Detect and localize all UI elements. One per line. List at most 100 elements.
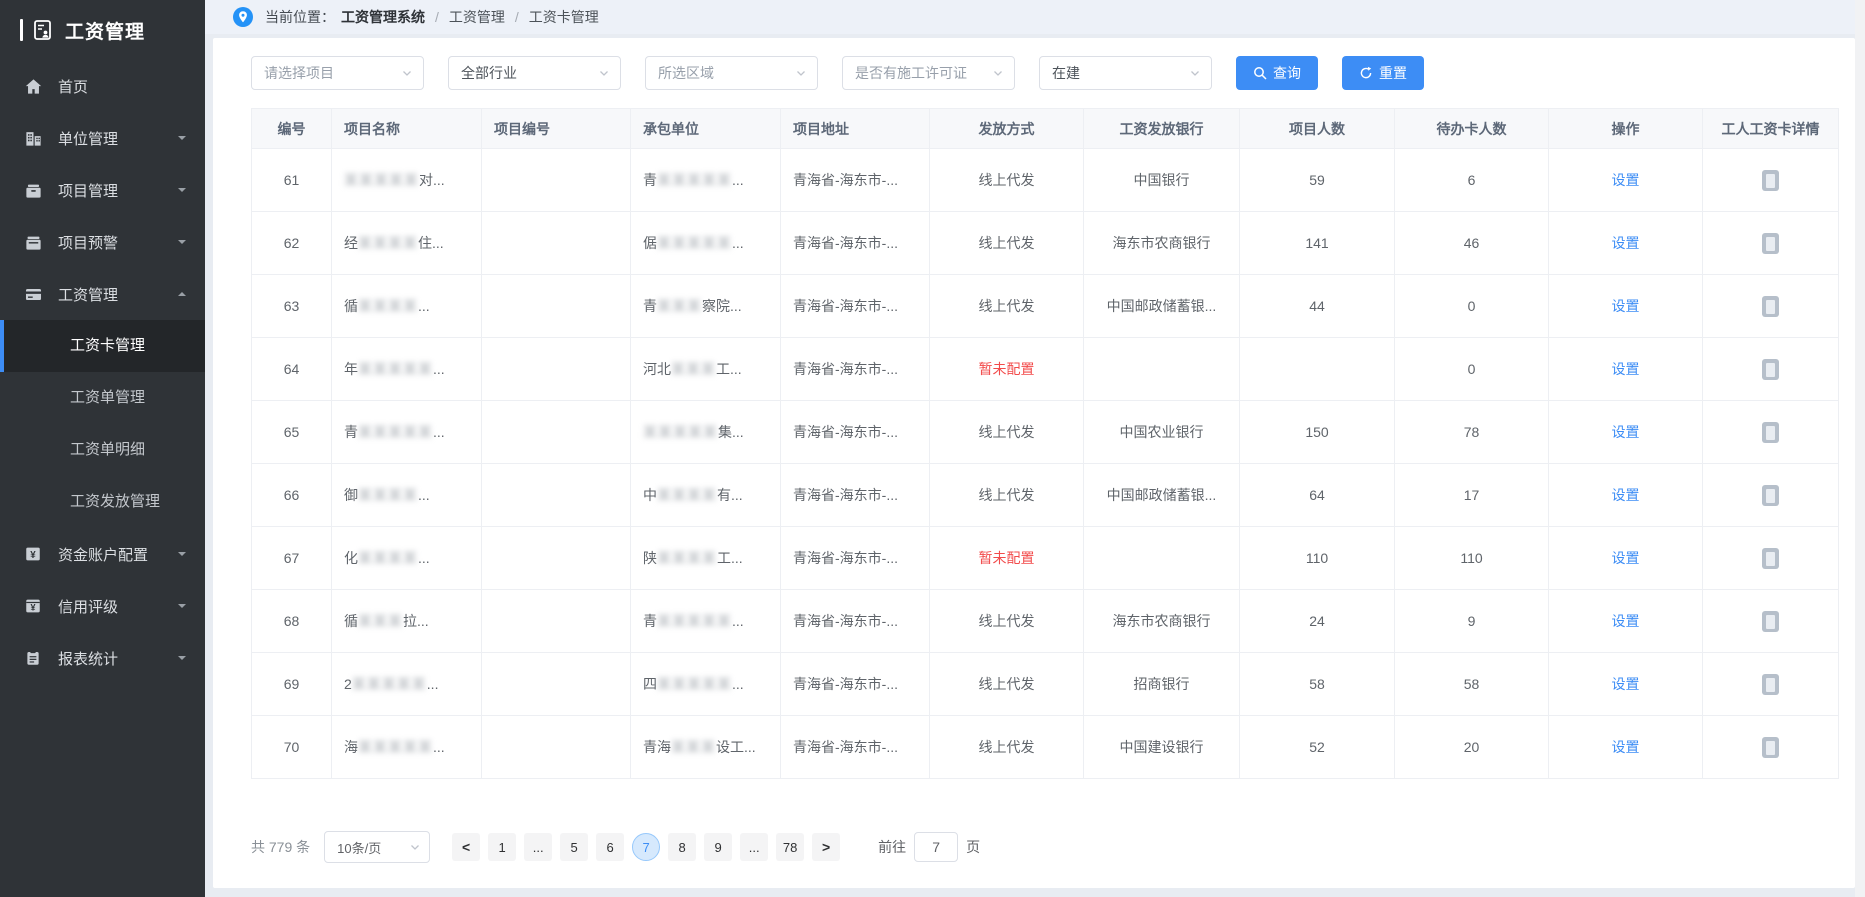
column-header-工资发放银行: 工资发放银行 <box>1084 109 1240 149</box>
industry-select[interactable]: 全部行业 <box>448 56 621 90</box>
settings-link[interactable]: 设置 <box>1612 298 1640 314</box>
sidebar-item-wages[interactable]: 工资管理 <box>0 268 205 320</box>
cell-contractor: 青某某某某某... <box>631 149 781 212</box>
page-size-select[interactable]: 10条/页 <box>324 831 430 863</box>
worker-card-detail-icon[interactable] <box>1762 170 1779 191</box>
sidebar-item-projects[interactable]: 项目管理 <box>0 164 205 216</box>
cell-bank: 中国银行 <box>1084 149 1240 212</box>
settings-link[interactable]: 设置 <box>1612 424 1640 440</box>
cell-address: 青海省-海东市-... <box>781 401 930 464</box>
region-select[interactable]: 所选区域 <box>645 56 818 90</box>
cell-actions: 设置 <box>1549 275 1703 338</box>
table-header-row: 编号项目名称项目编号承包单位项目地址发放方式工资发放银行项目人数待办卡人数操作工… <box>252 109 1839 149</box>
worker-card-detail-icon[interactable] <box>1762 548 1779 569</box>
settings-link[interactable]: 设置 <box>1612 676 1640 692</box>
sidebar-subitem-工资单明细[interactable]: 工资单明细 <box>0 424 205 476</box>
sidebar-item-home[interactable]: 首页 <box>0 60 205 112</box>
worker-card-detail-icon[interactable] <box>1762 485 1779 506</box>
visible-fragment: 经 <box>344 235 358 251</box>
query-button[interactable]: 查询 <box>1236 56 1318 90</box>
page-button-9[interactable]: 9 <box>704 833 732 861</box>
visible-fragment: 年 <box>344 361 358 377</box>
sidebar: 工资管理 首页单位管理项目管理项目预警工资管理工资卡管理工资单管理工资单明细工资… <box>0 0 205 897</box>
page-button-6[interactable]: 6 <box>596 833 624 861</box>
projects-icon <box>24 180 44 200</box>
cell-card-detail <box>1703 464 1839 527</box>
permit-select[interactable]: 是否有施工许可证 <box>842 56 1015 90</box>
sidebar-subitem-工资单管理[interactable]: 工资单管理 <box>0 372 205 424</box>
sidebar-item-units[interactable]: 单位管理 <box>0 112 205 164</box>
sidebar-subitem-工资发放管理[interactable]: 工资发放管理 <box>0 476 205 528</box>
cell-id: 67 <box>252 527 332 590</box>
status-select[interactable]: 在建 <box>1039 56 1212 90</box>
page-button-7[interactable]: 7 <box>632 833 660 861</box>
page-scrollbar[interactable] <box>1855 0 1865 897</box>
cell-contractor: 河北某某某工... <box>631 338 781 401</box>
visible-fragment: 青 <box>643 172 657 188</box>
breadcrumb: 当前位置： 工资管理系统 /工资管理/工资卡管理 <box>205 0 1865 34</box>
select-value: 是否有施工许可证 <box>855 63 992 83</box>
worker-card-detail-icon[interactable] <box>1762 233 1779 254</box>
cell-card-detail <box>1703 149 1839 212</box>
settings-link[interactable]: 设置 <box>1612 361 1640 377</box>
redacted-text: 某某某 <box>358 613 403 629</box>
sidebar-item-alerts[interactable]: 项目预警 <box>0 216 205 268</box>
settings-link[interactable]: 设置 <box>1612 550 1640 566</box>
sidebar-subitem-工资卡管理[interactable]: 工资卡管理 <box>0 320 205 372</box>
settings-link[interactable]: 设置 <box>1612 172 1640 188</box>
cell-project-code <box>482 149 631 212</box>
breadcrumb-root[interactable]: 工资管理系统 <box>341 7 425 27</box>
page-button-5[interactable]: 5 <box>560 833 588 861</box>
breadcrumb-separator: / <box>435 9 439 25</box>
goto-page-input[interactable] <box>914 832 958 862</box>
page-button-8[interactable]: 8 <box>668 833 696 861</box>
worker-card-detail-icon[interactable] <box>1762 359 1779 380</box>
settings-link[interactable]: 设置 <box>1612 235 1640 251</box>
cell-project-name: 化某某某某... <box>332 527 482 590</box>
visible-fragment: 察院 <box>702 298 730 314</box>
cell-contractor: 陕某某某某工... <box>631 527 781 590</box>
cell-people-count: 58 <box>1240 653 1395 716</box>
cell-card-detail <box>1703 275 1839 338</box>
cell-id: 62 <box>252 212 332 275</box>
cell-pending-cards: 0 <box>1395 338 1549 401</box>
cell-project-name: 经某某某某住... <box>332 212 482 275</box>
project-select[interactable]: 请选择项目 <box>251 56 424 90</box>
worker-card-detail-icon[interactable] <box>1762 737 1779 758</box>
worker-card-detail-icon[interactable] <box>1762 674 1779 695</box>
funds-icon: ¥ <box>24 544 44 564</box>
cell-people-count: 141 <box>1240 212 1395 275</box>
visible-fragment: 集 <box>718 424 732 440</box>
truncation-ellipsis: ... <box>418 550 430 566</box>
worker-card-detail-icon[interactable] <box>1762 422 1779 443</box>
redacted-text: 某某某 <box>657 298 702 314</box>
truncation-ellipsis: ... <box>427 676 439 692</box>
settings-link[interactable]: 设置 <box>1612 487 1640 503</box>
breadcrumb-item[interactable]: 工资卡管理 <box>529 7 599 27</box>
truncation-ellipsis: ... <box>418 487 430 503</box>
settings-link[interactable]: 设置 <box>1612 613 1640 629</box>
units-icon <box>24 128 44 148</box>
reset-button[interactable]: 重置 <box>1342 56 1424 90</box>
worker-card-detail-icon[interactable] <box>1762 611 1779 632</box>
next-page-button[interactable]: > <box>812 833 840 861</box>
cell-actions: 设置 <box>1549 590 1703 653</box>
chevron-down-icon <box>795 67 807 79</box>
cell-people-count: 59 <box>1240 149 1395 212</box>
sidebar-item-credit[interactable]: ¥信用评级 <box>0 580 205 632</box>
prev-page-button[interactable]: < <box>452 833 480 861</box>
page-button-1[interactable]: 1 <box>488 833 516 861</box>
query-button-label: 查询 <box>1273 63 1301 83</box>
worker-card-detail-icon[interactable] <box>1762 296 1779 317</box>
sidebar-item-funds[interactable]: ¥资金账户配置 <box>0 528 205 580</box>
settings-link[interactable]: 设置 <box>1612 739 1640 755</box>
page-button-78[interactable]: 78 <box>776 833 804 861</box>
breadcrumb-item[interactable]: 工资管理 <box>449 7 505 27</box>
truncation-ellipsis: ... <box>433 739 445 755</box>
column-header-编号: 编号 <box>252 109 332 149</box>
page-ellipsis: ... <box>524 833 552 861</box>
cell-id: 69 <box>252 653 332 716</box>
redacted-text: 某某某某某 <box>657 172 732 188</box>
truncation-ellipsis: ... <box>432 235 444 251</box>
sidebar-item-reports[interactable]: 报表统计 <box>0 632 205 684</box>
